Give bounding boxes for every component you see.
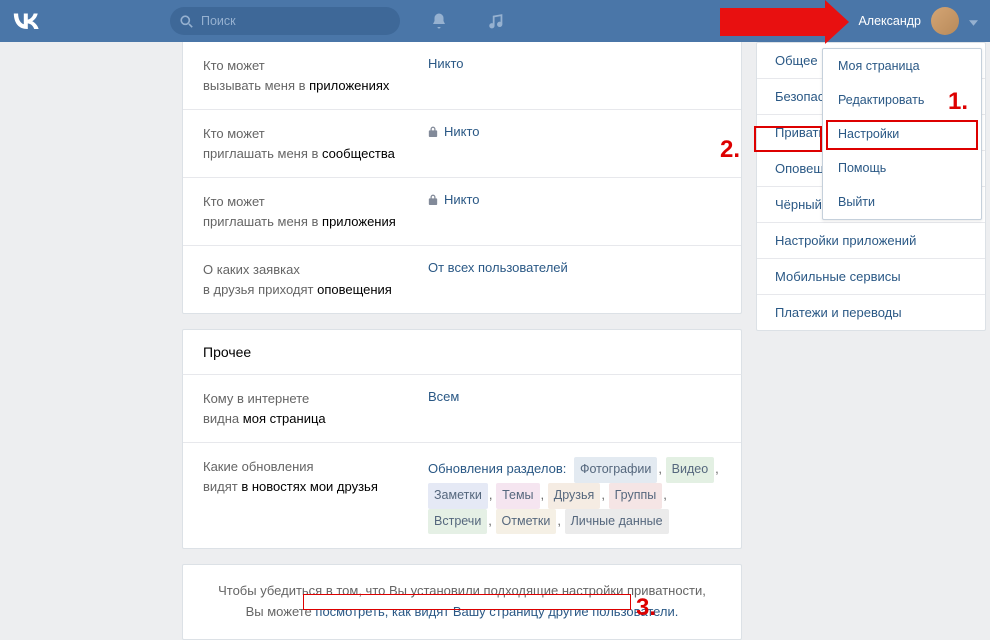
setting-label: Кому в интернете видна моя страница (203, 389, 428, 428)
setting-row-groups: Кто может приглашать меня в сообщества Н… (183, 110, 741, 178)
setting-row-apps-invite: Кто может приглашать меня в приложения Н… (183, 178, 741, 246)
setting-value: От всех пользователей (428, 260, 721, 299)
setting-link[interactable]: От всех пользователей (428, 260, 568, 275)
tag-photo[interactable]: Фотографии (574, 457, 657, 483)
other-section-body: Кому в интернете видна моя страница Всем… (182, 375, 742, 549)
setting-link[interactable]: Никто (444, 124, 480, 139)
setting-link[interactable]: Никто (428, 56, 464, 71)
annotation-box-3 (303, 594, 631, 610)
tag-notes[interactable]: Заметки (428, 483, 488, 509)
main-column: Кто может вызывать меня в приложениях Ни… (182, 42, 742, 640)
setting-row-friend-notify: О каких заявках в друзья приходят оповещ… (183, 246, 741, 313)
bell-icon[interactable] (430, 12, 448, 30)
dropdown-logout[interactable]: Выйти (823, 185, 981, 219)
setting-label: Кто может вызывать меня в приложениях (203, 56, 428, 95)
username: Александр (858, 14, 921, 28)
search-icon (180, 15, 193, 28)
setting-row-apps-call: Кто может вызывать меня в приложениях Ни… (183, 42, 741, 110)
sidebar-item-mobile[interactable]: Мобильные сервисы (757, 259, 985, 295)
tag-themes[interactable]: Темы (496, 483, 539, 509)
music-icon[interactable] (488, 13, 505, 30)
setting-label: Кто может приглашать меня в приложения (203, 192, 428, 231)
annotation-box-2 (754, 126, 822, 152)
section-header-other: Прочее (182, 329, 742, 375)
header-icons (430, 12, 505, 30)
search-input[interactable] (201, 14, 390, 28)
setting-row-news-updates: Какие обновления видят в новостях мои др… (183, 443, 741, 548)
privacy-settings-block: Кто может вызывать меня в приложениях Ни… (182, 42, 742, 314)
setting-label: О каких заявках в друзья приходят оповещ… (203, 260, 428, 299)
setting-value: Никто (428, 124, 721, 163)
annotation-box-1 (826, 120, 978, 150)
caret-down-icon (969, 14, 978, 29)
setting-link[interactable]: Никто (444, 192, 480, 207)
tag-friends[interactable]: Друзья (548, 483, 601, 509)
header-user[interactable]: Александр (858, 7, 978, 35)
setting-value: Никто (428, 56, 721, 95)
avatar (931, 7, 959, 35)
search-box[interactable] (170, 7, 400, 35)
dropdown-help[interactable]: Помощь (823, 151, 981, 185)
annotation-2: 2. (720, 136, 740, 164)
annotation-1: 1. (948, 88, 968, 116)
setting-label: Кто может приглашать меня в сообщества (203, 124, 428, 163)
vk-logo[interactable] (12, 13, 40, 29)
setting-label: Какие обновления видят в новостях мои др… (203, 457, 428, 534)
tag-video[interactable]: Видео (666, 457, 715, 483)
updates-label: Обновления разделов: (428, 461, 570, 476)
setting-value-tags: Обновления разделов: Фотографии, Видео, … (428, 457, 721, 534)
annotation-arrow (720, 8, 825, 36)
setting-row-page-visibility: Кому в интернете видна моя страница Всем (183, 375, 741, 443)
setting-value: Никто (428, 192, 721, 231)
sidebar-item-app-settings[interactable]: Настройки приложений (757, 223, 985, 259)
annotation-3: 3. (636, 594, 656, 622)
setting-link[interactable]: Всем (428, 389, 459, 404)
dropdown-my-page[interactable]: Моя страница (823, 49, 981, 83)
sidebar-item-payments[interactable]: Платежи и переводы (757, 295, 985, 330)
tag-marks[interactable]: Отметки (496, 509, 557, 535)
setting-value: Всем (428, 389, 721, 428)
tag-personal[interactable]: Личные данные (565, 509, 669, 535)
lock-icon (428, 194, 438, 206)
lock-icon (428, 126, 438, 138)
tag-events[interactable]: Встречи (428, 509, 487, 535)
tag-groups[interactable]: Группы (609, 483, 663, 509)
